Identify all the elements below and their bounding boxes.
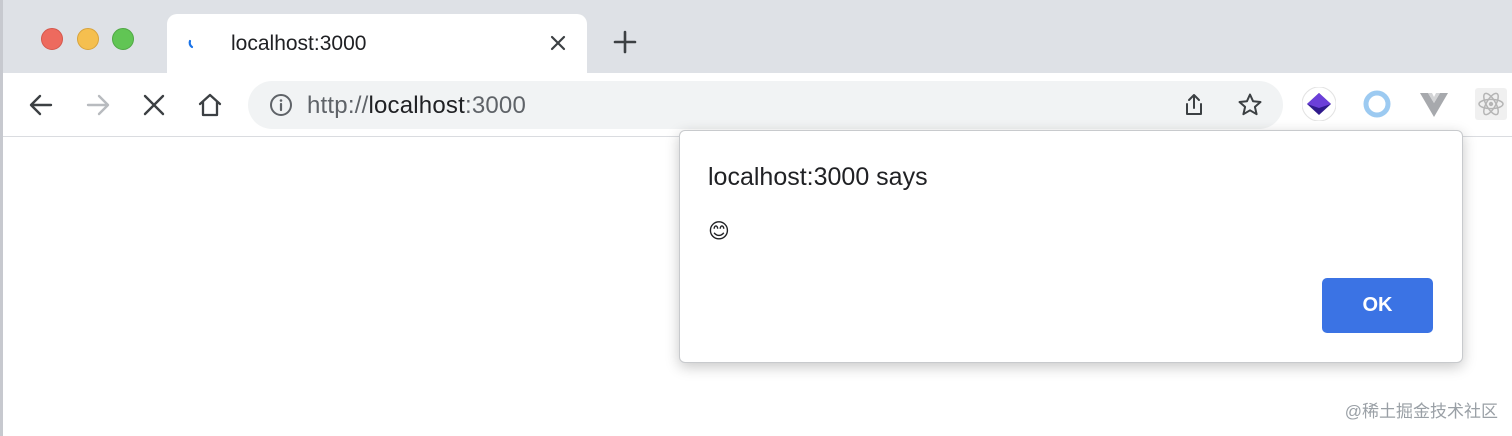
purple-layers-extension-icon[interactable] xyxy=(1302,87,1336,121)
tab-close-icon[interactable] xyxy=(548,33,568,53)
blue-ring-extension-icon[interactable] xyxy=(1360,87,1394,121)
site-info-icon[interactable] xyxy=(269,93,293,117)
window-close-button[interactable] xyxy=(41,28,63,50)
watermark-text: @稀土掘金技术社区 xyxy=(1344,402,1498,421)
tab-strip: localhost:3000 xyxy=(3,0,1512,74)
tab-active[interactable]: localhost:3000 xyxy=(167,14,587,74)
back-arrow-icon[interactable] xyxy=(26,90,56,120)
react-devtools-extension-icon[interactable] xyxy=(1474,87,1508,121)
stop-loading-icon[interactable] xyxy=(139,90,169,120)
dialog-message: 😊 xyxy=(708,220,730,243)
home-icon[interactable] xyxy=(195,90,225,120)
tab-title: localhost:3000 xyxy=(231,32,367,55)
url-scheme: http:// xyxy=(307,92,369,119)
forward-arrow-icon[interactable] xyxy=(83,90,113,120)
address-bar[interactable]: http://localhost:3000 xyxy=(248,81,1283,129)
ok-button[interactable]: OK xyxy=(1322,278,1433,333)
window-maximize-button[interactable] xyxy=(112,28,134,50)
browser-window: localhost:3000 http://localhost:3000 loc… xyxy=(0,0,1512,436)
browser-toolbar: http://localhost:3000 xyxy=(3,73,1512,137)
vue-devtools-extension-icon[interactable] xyxy=(1417,87,1451,121)
url-host: localhost xyxy=(368,92,465,119)
url-text[interactable]: http://localhost:3000 xyxy=(307,92,526,120)
url-port: :3000 xyxy=(464,92,527,119)
dialog-title: localhost:3000 says xyxy=(708,163,928,191)
alert-dialog: localhost:3000 says 😊 OK xyxy=(679,130,1463,363)
share-icon[interactable] xyxy=(1181,92,1207,118)
loading-spinner-icon xyxy=(188,39,194,49)
new-tab-icon[interactable] xyxy=(611,28,639,56)
bookmark-star-icon[interactable] xyxy=(1237,92,1263,118)
window-minimize-button[interactable] xyxy=(77,28,99,50)
